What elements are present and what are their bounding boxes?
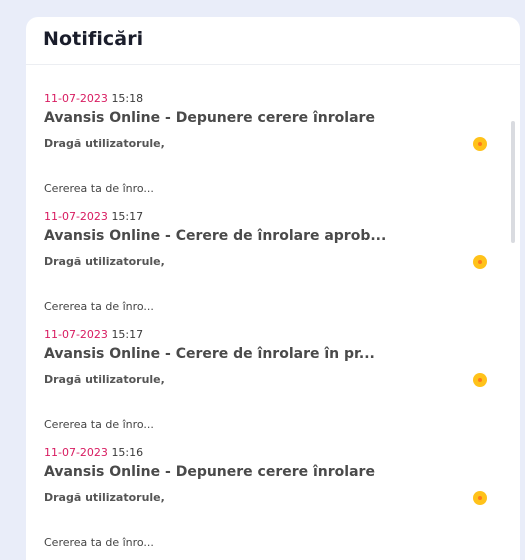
- notification-date: 11-07-2023: [44, 328, 108, 341]
- page: Notificări 11-07-2023 15:18 Avansis Onli…: [0, 0, 525, 560]
- notification-timestamp: 11-07-2023 15:16: [44, 446, 143, 459]
- unread-dot-icon: [473, 255, 487, 269]
- notification-subject: Avansis Online - Depunere cerere înrolar…: [44, 464, 375, 480]
- scrollbar-thumb[interactable]: [511, 121, 515, 243]
- notification-timestamp: 11-07-2023 15:17: [44, 210, 143, 223]
- notification-date: 11-07-2023: [44, 92, 108, 105]
- notifications-panel: Notificări 11-07-2023 15:18 Avansis Onli…: [26, 17, 520, 560]
- notification-greeting: Dragă utilizatorule,: [44, 255, 165, 268]
- notification-subject: Avansis Online - Cerere de înrolare apro…: [44, 228, 387, 244]
- panel-header: Notificări: [26, 17, 520, 65]
- notification-preview: Cererea ta de înro...: [44, 536, 154, 549]
- notification-item[interactable]: 11-07-2023 15:17 Avansis Online - Cerere…: [44, 302, 504, 431]
- notification-subject: Avansis Online - Depunere cerere înrolar…: [44, 110, 375, 126]
- notification-greeting: Dragă utilizatorule,: [44, 491, 165, 504]
- panel-title: Notificări: [43, 28, 144, 50]
- notification-list: 11-07-2023 15:18 Avansis Online - Depune…: [26, 66, 520, 560]
- notification-time: 15:18: [111, 92, 144, 105]
- unread-dot-icon: [473, 373, 487, 387]
- notification-time: 15:16: [111, 446, 144, 459]
- notification-timestamp: 11-07-2023 15:18: [44, 92, 143, 105]
- notification-date: 11-07-2023: [44, 210, 108, 223]
- notification-item[interactable]: 11-07-2023 15:16 Avansis Online - Depune…: [44, 420, 504, 549]
- notification-timestamp: 11-07-2023 15:17: [44, 328, 143, 341]
- notification-item[interactable]: 11-07-2023 15:17 Avansis Online - Cerere…: [44, 184, 504, 313]
- notification-date: 11-07-2023: [44, 446, 108, 459]
- notification-time: 15:17: [111, 210, 144, 223]
- notification-subject: Avansis Online - Cerere de înrolare în p…: [44, 346, 375, 362]
- notification-greeting: Dragă utilizatorule,: [44, 373, 165, 386]
- unread-dot-icon: [473, 137, 487, 151]
- unread-dot-icon: [473, 491, 487, 505]
- notification-greeting: Dragă utilizatorule,: [44, 137, 165, 150]
- notification-time: 15:17: [111, 328, 144, 341]
- notification-item[interactable]: 11-07-2023 15:18 Avansis Online - Depune…: [44, 66, 504, 195]
